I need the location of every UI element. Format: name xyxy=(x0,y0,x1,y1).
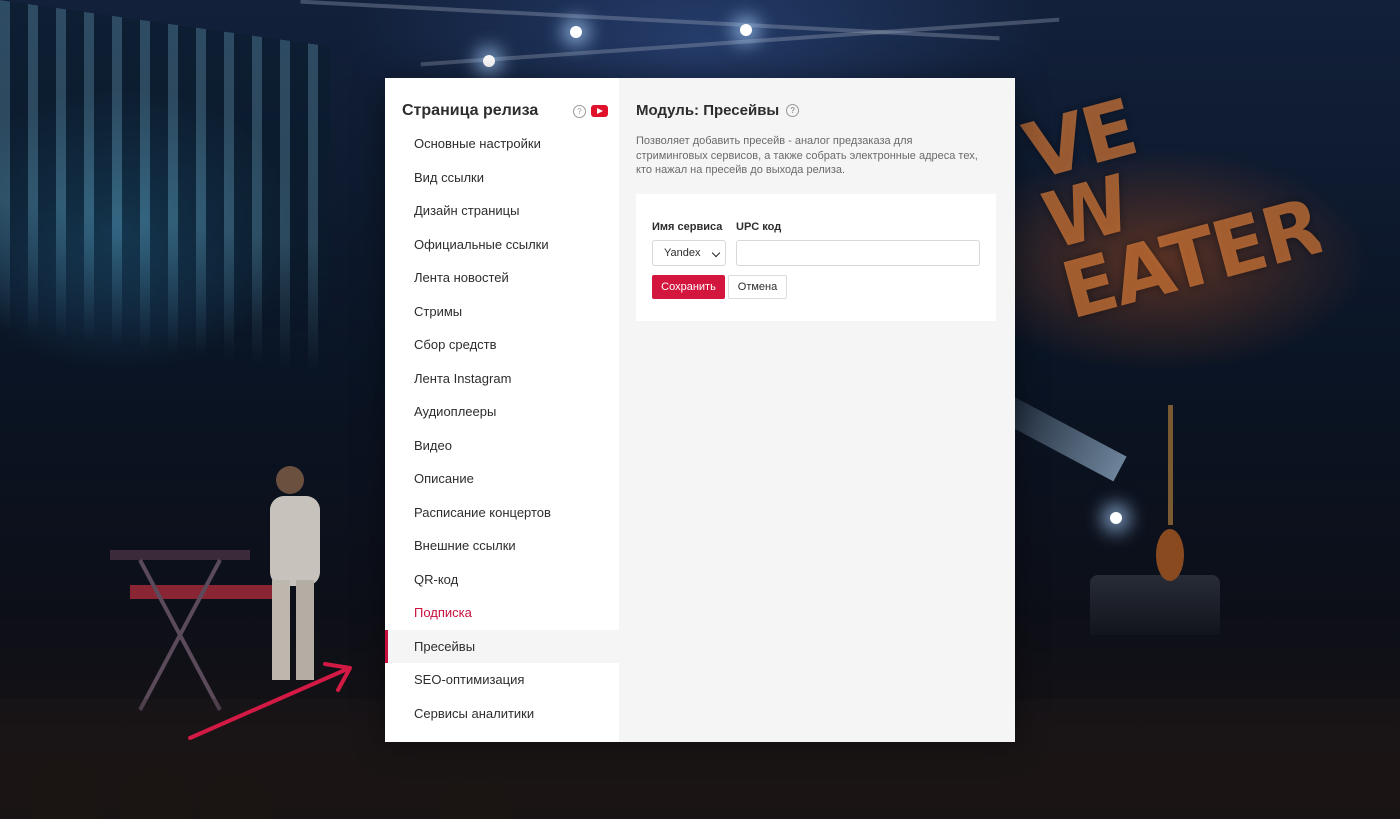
sidebar-item[interactable]: SEO-оптимизация xyxy=(385,663,619,697)
service-select-value: Yandex xyxy=(664,246,701,259)
guitar xyxy=(1156,405,1184,581)
form-row: Имя сервиса Yandex UPC код xyxy=(652,221,980,266)
sidebar-item[interactable]: Расписание концертов xyxy=(385,496,619,530)
release-settings-modal: Страница релиза ? Основные настройки Вид … xyxy=(385,78,1015,742)
stage-spotlight xyxy=(570,26,582,38)
crowd-silhouette xyxy=(440,779,510,819)
stage-curtain xyxy=(0,0,330,377)
arrow-icon xyxy=(188,662,352,740)
sidebar-item[interactable]: Сервисы аналитики xyxy=(385,697,619,731)
stage-sign: VE W EATERS xyxy=(1018,53,1334,362)
upc-input[interactable] xyxy=(736,239,980,266)
crowd-silhouette xyxy=(30,759,100,819)
sidebar-item[interactable]: QR-код xyxy=(385,563,619,597)
sidebar-item[interactable]: Стримы xyxy=(385,295,619,329)
stage-spotlight xyxy=(483,55,495,67)
sidebar-item[interactable]: Пресейвы xyxy=(385,629,619,663)
module-description: Позволяет добавить пресейв - аналог пред… xyxy=(636,135,978,176)
stage-spotlight xyxy=(740,24,752,36)
form-buttons: Сохранить Отмена xyxy=(652,274,980,299)
sidebar-item[interactable]: Внешние ссылки xyxy=(385,529,619,563)
sidebar-item[interactable]: Официальные ссылки xyxy=(385,228,619,262)
crowd-silhouette xyxy=(200,774,270,819)
module-content: Модуль: Пресейвы ? Позволяет добавить пр… xyxy=(619,78,1015,742)
sidebar-title: Страница релиза xyxy=(402,102,539,119)
sidebar-item[interactable]: Сбор средств xyxy=(385,328,619,362)
sidebar-item[interactable]: Дизайн страницы xyxy=(385,194,619,228)
youtube-icon[interactable] xyxy=(591,105,608,117)
service-label: Имя сервиса xyxy=(652,220,723,233)
sidebar-item[interactable]: Подписка xyxy=(385,596,619,630)
stage-spotlight xyxy=(1110,512,1122,524)
sidebar: Страница релиза ? Основные настройки Вид … xyxy=(385,78,619,742)
sidebar-item[interactable]: Основные настройки xyxy=(385,127,619,161)
upc-label: UPC код xyxy=(736,220,782,233)
module-title-row: Модуль: Пресейвы ? xyxy=(636,102,996,119)
lighting-truss xyxy=(300,0,1000,41)
sidebar-item[interactable]: Аудиоплееры xyxy=(385,395,619,429)
sidebar-item[interactable]: Вид ссылки xyxy=(385,161,619,195)
chevron-down-icon xyxy=(711,248,721,257)
sidebar-item[interactable]: Видео xyxy=(385,429,619,463)
sidebar-item[interactable]: Описание xyxy=(385,462,619,496)
service-select[interactable]: Yandex xyxy=(652,239,726,266)
sidebar-item[interactable]: Лента новостей xyxy=(385,261,619,295)
help-icon[interactable]: ? xyxy=(786,104,800,117)
sidebar-item[interactable]: Лента Instagram xyxy=(385,362,619,396)
service-field: Имя сервиса Yandex xyxy=(652,221,726,266)
presave-form-card: Имя сервиса Yandex UPC код Сохранить Отм… xyxy=(636,193,996,321)
cancel-button[interactable]: Отмена xyxy=(728,274,787,299)
crowd-silhouette xyxy=(120,769,190,819)
help-icon[interactable]: ? xyxy=(573,104,586,118)
sidebar-header: Страница релиза ? xyxy=(385,100,619,122)
save-button[interactable]: Сохранить xyxy=(652,274,725,299)
module-title: Модуль: Пресейвы xyxy=(636,102,780,119)
sidebar-nav: Основные настройки Вид ссылки Дизайн стран… xyxy=(385,127,619,730)
upc-field: UPC код xyxy=(736,221,980,266)
